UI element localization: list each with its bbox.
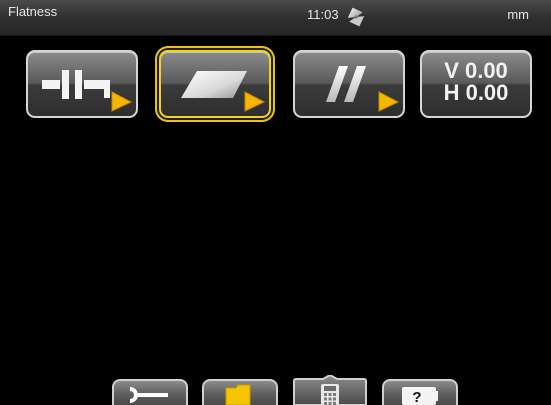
unit-label: mm bbox=[507, 7, 529, 22]
help-tab[interactable]: ? bbox=[382, 379, 458, 405]
hourglass-icon bbox=[347, 7, 365, 27]
calculator-icon bbox=[293, 375, 367, 405]
screen-title: Flatness bbox=[8, 4, 58, 19]
tools-tab[interactable] bbox=[112, 379, 188, 405]
clock: 11:03 bbox=[307, 7, 339, 22]
shaft-alignment-button[interactable] bbox=[26, 50, 138, 118]
horizontal-value: H 0.00 bbox=[443, 80, 509, 105]
files-tab[interactable] bbox=[202, 379, 278, 405]
help-icon: ? bbox=[402, 387, 438, 405]
parallelism-button[interactable] bbox=[293, 50, 405, 118]
values-button[interactable]: V 0.00 H 0.00 bbox=[420, 50, 532, 118]
svg-text:?: ? bbox=[412, 389, 421, 405]
folder-icon bbox=[225, 384, 251, 405]
play-arrow-icon bbox=[378, 91, 400, 112]
vertical-value: V 0.00 bbox=[444, 58, 508, 83]
calculator-tab[interactable] bbox=[292, 375, 368, 405]
flatness-button[interactable] bbox=[159, 50, 271, 118]
play-arrow-icon bbox=[244, 91, 266, 112]
wrench-icon bbox=[130, 387, 168, 403]
play-arrow-icon bbox=[111, 91, 133, 112]
status-bar: Flatness 11:03 mm bbox=[0, 0, 551, 36]
